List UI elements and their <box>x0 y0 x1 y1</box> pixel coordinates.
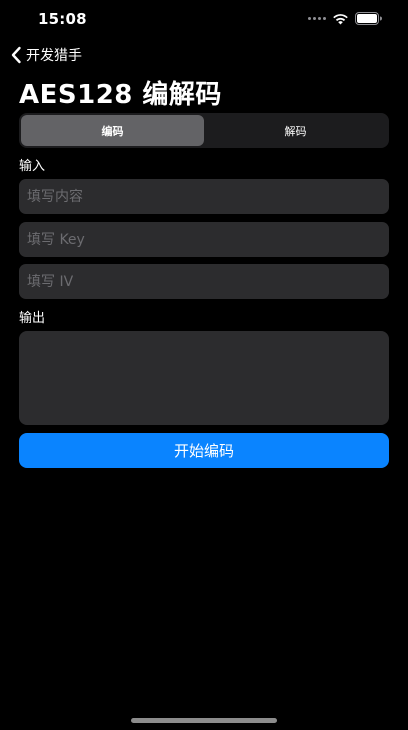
page-title: AES128 编解码 <box>19 80 222 110</box>
wifi-icon <box>333 13 348 24</box>
tab-encode[interactable]: 编码 <box>21 115 204 146</box>
status-time: 15:08 <box>38 10 87 28</box>
status-indicators <box>308 12 382 25</box>
iv-input[interactable] <box>19 264 389 299</box>
key-input[interactable] <box>19 222 389 257</box>
back-button-label: 开发猎手 <box>26 48 82 64</box>
output-section-label: 输出 <box>19 311 46 326</box>
input-section-label: 输入 <box>19 159 46 174</box>
mode-segmented-control: 编码 解码 <box>19 113 389 148</box>
back-button[interactable]: 开发猎手 <box>10 44 82 66</box>
battery-icon <box>355 12 382 25</box>
tab-decode[interactable]: 解码 <box>204 115 387 146</box>
content-input[interactable] <box>19 179 389 214</box>
status-bar: 15:08 <box>0 0 408 40</box>
output-textbox[interactable] <box>19 331 389 425</box>
start-encode-button[interactable]: 开始编码 <box>19 433 389 468</box>
home-indicator[interactable] <box>131 718 277 723</box>
chevron-left-icon <box>11 46 21 64</box>
cellular-signal-icon <box>308 17 326 20</box>
